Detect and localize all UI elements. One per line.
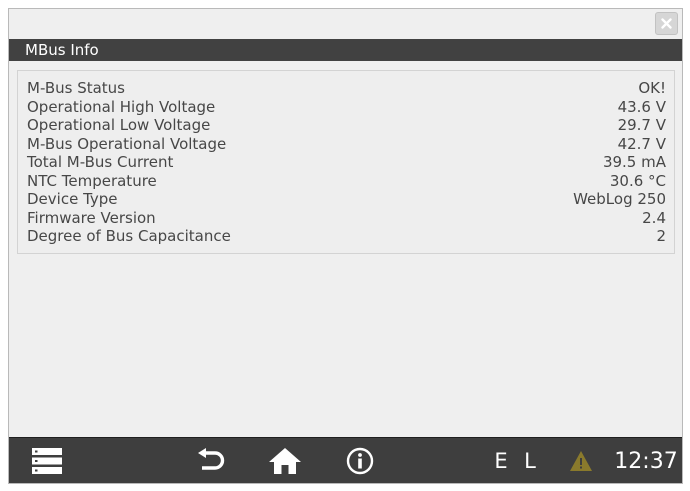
info-row-operational-high-voltage: Operational High Voltage 43.6 V bbox=[27, 98, 666, 117]
info-row-operational-low-voltage: Operational Low Voltage 29.7 V bbox=[27, 116, 666, 135]
info-value: 39.5 mA bbox=[602, 153, 666, 171]
mbus-info-window: MBus Info M-Bus Status OK! Operational H… bbox=[8, 8, 683, 484]
info-value: 2.4 bbox=[642, 208, 666, 227]
info-row-ntc-temperature: NTC Temperature 30.6 °C bbox=[27, 172, 666, 191]
info-row-mbus-operational-voltage: M-Bus Operational Voltage 42.7 V bbox=[27, 135, 666, 154]
info-panel: M-Bus Status OK! Operational High Voltag… bbox=[17, 70, 675, 254]
info-row-total-mbus-current: Total M-Bus Current 39.5 mA bbox=[27, 153, 666, 172]
menu-button[interactable] bbox=[29, 438, 65, 483]
info-row-mbus-status: M-Bus Status OK! bbox=[27, 79, 666, 98]
info-label: Total M-Bus Current bbox=[27, 153, 174, 171]
info-label: Operational High Voltage bbox=[27, 97, 216, 116]
close-button[interactable] bbox=[655, 12, 678, 35]
info-value: WebLog 250 bbox=[573, 190, 666, 208]
info-label: Operational Low Voltage bbox=[27, 116, 211, 134]
info-row-firmware-version: Firmware Version 2.4 bbox=[27, 209, 666, 228]
home-button[interactable] bbox=[265, 438, 305, 483]
indicator-e: E bbox=[494, 449, 508, 473]
info-value: 42.7 V bbox=[617, 134, 666, 153]
window-title: MBus Info bbox=[9, 39, 682, 61]
info-label: Degree of Bus Capacitance bbox=[27, 227, 231, 245]
home-icon bbox=[269, 448, 301, 474]
info-label: Device Type bbox=[27, 190, 118, 208]
info-value: OK! bbox=[638, 79, 666, 97]
info-button[interactable] bbox=[342, 438, 378, 483]
clock: 12:37 bbox=[614, 448, 678, 474]
info-label: M-Bus Status bbox=[27, 79, 125, 97]
info-row-device-type: Device Type WebLog 250 bbox=[27, 190, 666, 209]
bottom-toolbar: E L 12:37 bbox=[9, 437, 682, 483]
info-icon bbox=[346, 447, 374, 475]
menu-list-icon bbox=[32, 448, 62, 474]
info-label: Firmware Version bbox=[27, 208, 156, 227]
info-value: 30.6 °C bbox=[609, 171, 666, 190]
info-value: 29.7 V bbox=[617, 116, 666, 134]
info-value: 2 bbox=[656, 227, 666, 245]
warning-icon bbox=[570, 451, 592, 471]
close-icon bbox=[661, 18, 672, 29]
info-label: M-Bus Operational Voltage bbox=[27, 134, 227, 153]
info-row-bus-capacitance: Degree of Bus Capacitance 2 bbox=[27, 227, 666, 246]
back-button[interactable] bbox=[193, 438, 229, 483]
back-arrow-icon bbox=[198, 448, 225, 470]
warning-indicator[interactable] bbox=[566, 438, 596, 483]
info-label: NTC Temperature bbox=[27, 171, 157, 190]
info-value: 43.6 V bbox=[617, 97, 666, 116]
indicator-l: L bbox=[524, 449, 536, 473]
